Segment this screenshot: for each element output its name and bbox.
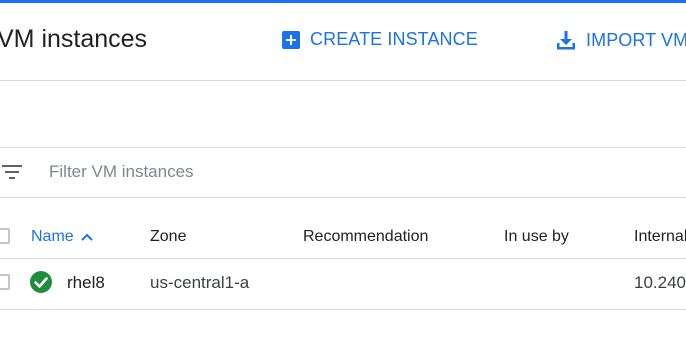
- filter-input[interactable]: [49, 161, 649, 183]
- add-box-icon: [282, 30, 300, 49]
- arrow-up-icon: [80, 233, 93, 241]
- create-instance-button[interactable]: CREATE INSTANCE: [281, 29, 478, 50]
- filter-bottom-divider: [0, 197, 686, 198]
- instance-name-link[interactable]: rhel8: [67, 273, 105, 293]
- column-header-zone[interactable]: Zone: [150, 228, 186, 246]
- import-vm-label: IMPORT VM: [586, 29, 686, 50]
- top-accent-bar: [0, 0, 686, 3]
- row-checkbox[interactable]: [0, 274, 10, 290]
- instance-internal-ip: 10.240.0.2: [634, 273, 686, 292]
- page-title: VM instances: [0, 25, 148, 53]
- table-header-divider: [0, 258, 686, 259]
- import-vm-button[interactable]: IMPORT VM: [555, 29, 686, 51]
- download-icon: [557, 31, 575, 50]
- create-instance-label: CREATE INSTANCE: [310, 29, 478, 49]
- select-all-checkbox[interactable]: [0, 228, 10, 244]
- header-divider: [0, 80, 686, 81]
- filter-bar: [0, 148, 686, 198]
- column-header-internal-ip[interactable]: Internal IP: [634, 228, 686, 246]
- column-header-name[interactable]: Name: [31, 228, 94, 246]
- filter-list-icon[interactable]: [2, 164, 22, 180]
- column-header-name-label: Name: [31, 228, 74, 245]
- column-header-in-use-by[interactable]: In use by: [504, 228, 569, 246]
- column-header-recommendation[interactable]: Recommendation: [303, 228, 428, 246]
- instance-zone: us-central1-a: [150, 273, 250, 292]
- table-row-divider: [0, 309, 686, 310]
- check-circle-icon: [30, 271, 52, 293]
